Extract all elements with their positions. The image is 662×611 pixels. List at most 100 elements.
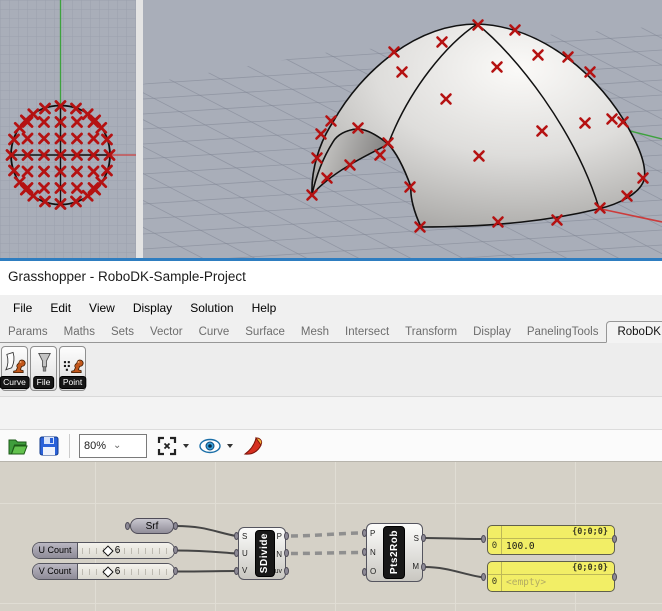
robodk-file-button[interactable]: File <box>30 346 57 391</box>
sdivide-output-n[interactable]: N <box>276 550 282 559</box>
sdivide-nub-uv[interactable] <box>284 567 289 575</box>
sdivide-component[interactable]: S U V SDivide P N uv <box>238 527 286 580</box>
sdivide-nub-s[interactable] <box>234 532 239 540</box>
pts2rob-output-s[interactable]: S <box>414 534 419 543</box>
top-view-pane <box>0 0 136 258</box>
canvas-toolbar: 80% ⌄ <box>0 430 662 462</box>
tab-display[interactable]: Display <box>465 323 519 342</box>
sdivide-nub-p[interactable] <box>284 532 289 540</box>
v-count-value: 6 <box>115 564 121 579</box>
pts2rob-nub-m[interactable] <box>421 563 426 571</box>
menu-solution[interactable]: Solution <box>181 295 242 322</box>
file-tool-icon <box>33 348 56 378</box>
pts2rob-input-p[interactable]: P <box>370 529 375 538</box>
tab-sets[interactable]: Sets <box>103 323 142 342</box>
menu-edit[interactable]: Edit <box>41 295 80 322</box>
wire-vcount-to-v <box>176 571 236 572</box>
grasshopper-canvas[interactable]: Srf U Count 6 V Count 6 <box>0 462 662 611</box>
v-count-output-nub[interactable] <box>173 567 178 575</box>
pts2rob-input-n[interactable]: N <box>370 548 376 557</box>
tab-robodk[interactable]: RoboDK <box>606 321 662 343</box>
open-file-icon[interactable] <box>7 435 29 457</box>
u-count-output-nub[interactable] <box>173 546 178 554</box>
sdivide-output-p[interactable]: P <box>277 532 282 541</box>
sdivide-nub-u[interactable] <box>234 549 239 557</box>
sdivide-input-v[interactable]: V <box>242 566 247 575</box>
tab-surface[interactable]: Surface <box>237 323 293 342</box>
pts2rob-nub-o[interactable] <box>362 568 367 576</box>
srf-input-nub[interactable] <box>125 522 130 530</box>
curve-button-label: Curve <box>0 376 30 389</box>
panel1-output-nub[interactable] <box>612 535 617 543</box>
v-count-slider[interactable]: V Count 6 <box>32 563 175 580</box>
tab-intersect[interactable]: Intersect <box>337 323 397 342</box>
zoom-dropdown-caret[interactable] <box>183 444 189 448</box>
wire-s-to-panel1 <box>425 538 484 539</box>
panel2-output-nub[interactable] <box>612 573 617 581</box>
window-title: Grasshopper - RoboDK-Sample-Project <box>8 269 246 284</box>
pts2rob-component[interactable]: P N O Pts2Rob S M <box>366 523 423 582</box>
menu-view[interactable]: View <box>80 295 124 322</box>
pts2rob-output-m[interactable]: M <box>412 562 419 571</box>
tab-params[interactable]: Params <box>0 323 56 342</box>
panel2-input-nub[interactable] <box>481 573 486 581</box>
srf-output-nub[interactable] <box>173 522 178 530</box>
viewport-splitter[interactable] <box>136 0 143 258</box>
tab-maths[interactable]: Maths <box>56 323 103 342</box>
pts2rob-nub-n[interactable] <box>362 548 367 556</box>
zoom-level-combo[interactable]: 80% ⌄ <box>79 434 147 458</box>
robodk-curve-button[interactable]: Curve <box>1 346 28 391</box>
menu-help[interactable]: Help <box>243 295 286 322</box>
robodk-ribbon: Curve File Poin <box>0 343 662 397</box>
save-icon[interactable] <box>38 435 60 457</box>
preview-dropdown-caret[interactable] <box>227 444 233 448</box>
v-count-label: V Count <box>33 564 78 579</box>
pts2rob-name-block: Pts2Rob <box>383 526 405 579</box>
tab-vector[interactable]: Vector <box>142 323 191 342</box>
menu-display[interactable]: Display <box>124 295 181 322</box>
panel1-index: 0 <box>488 539 501 554</box>
point-robot-icon <box>62 348 85 378</box>
sdivide-input-u[interactable]: U <box>242 549 248 558</box>
tab-curve[interactable]: Curve <box>191 323 238 342</box>
u-count-slider[interactable]: U Count 6 <box>32 542 175 559</box>
toolbar-separator <box>69 434 70 458</box>
panel1-path: {0;0;0} <box>488 526 614 539</box>
zoom-level-value: 80% <box>84 440 113 452</box>
viewport-svg <box>0 0 662 258</box>
pts2rob-input-o[interactable]: O <box>370 567 376 576</box>
robodk-point-button[interactable]: Point <box>59 346 86 391</box>
tab-mesh[interactable]: Mesh <box>293 323 337 342</box>
srf-param-capsule[interactable]: Srf <box>130 518 174 534</box>
component-tab-bar: Params Maths Sets Vector Curve Surface M… <box>0 322 662 343</box>
combo-chevron-icon: ⌄ <box>113 440 142 451</box>
tab-panelingtools[interactable]: PanelingTools <box>519 323 607 342</box>
sdivide-nub-v[interactable] <box>234 567 239 575</box>
pts2rob-nub-s[interactable] <box>421 534 426 542</box>
pts2rob-nub-p[interactable] <box>362 529 367 537</box>
menu-file[interactable]: File <box>4 295 41 322</box>
rhino-viewport[interactable] <box>0 0 662 258</box>
u-count-grip[interactable] <box>102 545 113 556</box>
ribbon-substrip <box>0 397 662 430</box>
sketch-pen-icon[interactable] <box>242 435 266 457</box>
v-count-track[interactable]: 6 <box>78 564 174 579</box>
panel1-input-nub[interactable] <box>481 535 486 543</box>
preview-eye-icon[interactable] <box>198 435 222 457</box>
panel2-index: 0 <box>488 575 501 590</box>
point-button-label: Point <box>59 376 86 389</box>
u-count-track[interactable]: 6 <box>78 543 174 558</box>
tab-transform[interactable]: Transform <box>397 323 465 342</box>
sdivide-output-uv[interactable]: uv <box>275 568 282 575</box>
file-button-label: File <box>33 376 55 389</box>
zoom-extents-icon[interactable] <box>156 435 178 457</box>
panel-speed[interactable]: {0;0;0} 0 100.0 <box>487 525 615 555</box>
sdivide-nub-n[interactable] <box>284 549 289 557</box>
wire-srf-to-s <box>176 526 236 536</box>
u-count-label: U Count <box>33 543 78 558</box>
wire-p-to-p-dashed <box>291 533 364 536</box>
v-count-grip[interactable] <box>102 566 113 577</box>
panel2-path: {0;0;0} <box>488 562 614 575</box>
sdivide-input-s[interactable]: S <box>242 532 247 541</box>
panel-message[interactable]: {0;0;0} 0 <empty> <box>487 561 615 592</box>
